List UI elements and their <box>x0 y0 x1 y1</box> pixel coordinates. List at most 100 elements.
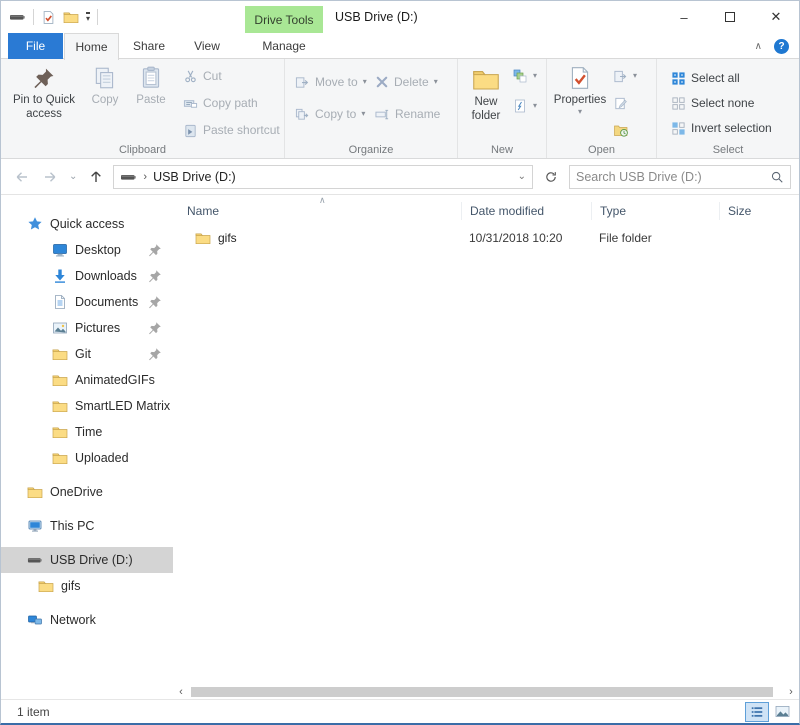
thumbnails-view-button[interactable] <box>771 703 793 721</box>
address-bar[interactable]: › USB Drive (D:) ⌄ <box>113 165 533 189</box>
maximize-button[interactable] <box>707 1 753 33</box>
new-item-button[interactable]: ▾ <box>512 66 537 86</box>
download-arrow-icon <box>52 268 68 284</box>
minimize-button[interactable]: – <box>661 1 707 33</box>
collapse-ribbon-icon[interactable]: ∧ <box>755 41 762 52</box>
tab-file[interactable]: File <box>8 33 63 59</box>
sidebar-item-gifs[interactable]: gifs <box>1 573 173 599</box>
copy-path-button[interactable]: Copy path <box>183 93 280 113</box>
tab-home[interactable]: Home <box>64 33 119 60</box>
properties-icon[interactable] <box>41 10 56 25</box>
breadcrumb[interactable]: USB Drive (D:) <box>153 170 236 184</box>
folder-icon <box>195 230 211 246</box>
scrollbar-thumb[interactable] <box>191 687 773 697</box>
address-dropdown-icon[interactable]: ⌄ <box>518 171 526 182</box>
drive-icon[interactable] <box>9 10 26 24</box>
sidebar-item-pictures[interactable]: Pictures <box>1 315 173 341</box>
paste-shortcut-button[interactable]: Paste shortcut <box>183 120 280 140</box>
sidebar-item-downloads[interactable]: Downloads <box>1 263 173 289</box>
close-button[interactable]: ✕ <box>753 1 799 33</box>
column-header-date-modified[interactable]: Date modified <box>461 202 591 220</box>
edit-icon <box>613 96 628 111</box>
scroll-left-icon[interactable]: ‹ <box>173 685 189 699</box>
file-name: gifs <box>218 231 237 245</box>
invert-selection-button[interactable]: Invert selection <box>671 118 772 138</box>
close-icon: ✕ <box>771 9 782 25</box>
star-icon <box>27 216 43 232</box>
sidebar-item-onedrive[interactable]: OneDrive <box>1 479 173 505</box>
pin-to-quick-access-button[interactable]: Pin to Quick access <box>5 62 83 142</box>
file-date-modified: 10/31/2018 10:20 <box>461 231 591 245</box>
status-bar: 1 item <box>1 699 799 723</box>
title-bar: ▾ Drive Tools USB Drive (D:) – ✕ <box>1 1 799 33</box>
tab-manage[interactable]: Manage <box>245 33 323 59</box>
copy-button[interactable]: Copy <box>83 62 127 142</box>
select-all-button[interactable]: Select all <box>671 68 772 88</box>
sidebar-item-git[interactable]: Git <box>1 341 173 367</box>
sidebar-item-this-pc[interactable]: This PC <box>1 513 173 539</box>
tab-view[interactable]: View <box>179 33 235 59</box>
clipboard-group-label: Clipboard <box>1 144 284 156</box>
organize-group-label: Organize <box>285 144 457 156</box>
select-none-label: Select none <box>691 96 754 110</box>
details-view-button[interactable] <box>746 703 768 721</box>
cut-button[interactable]: Cut <box>183 66 280 86</box>
new-group-label: New <box>458 144 546 156</box>
sidebar-item-network[interactable]: Network <box>1 607 173 633</box>
tab-share[interactable]: Share <box>121 33 177 59</box>
sidebar-item-documents[interactable]: Documents <box>1 289 173 315</box>
drive-tools-header[interactable]: Drive Tools <box>245 6 323 33</box>
easy-access-button[interactable]: ▾ <box>512 96 537 116</box>
pin-icon <box>147 320 163 336</box>
select-none-button[interactable]: Select none <box>671 93 772 113</box>
sidebar-item-quick-access[interactable]: Quick access <box>1 211 173 237</box>
window-title: USB Drive (D:) <box>335 1 418 33</box>
sidebar-item-smartled-matrix[interactable]: SmartLED Matrix <box>1 393 173 419</box>
pin-to-quick-access-label: Pin to Quick access <box>5 94 83 122</box>
rename-button[interactable]: Rename <box>375 104 453 124</box>
folder-icon <box>52 346 68 362</box>
sidebar-item-time[interactable]: Time <box>1 419 173 445</box>
edit-button[interactable] <box>613 93 637 113</box>
column-header-name[interactable]: Name <box>173 202 461 220</box>
refresh-button[interactable] <box>539 170 563 184</box>
select-group-label: Select <box>657 144 799 156</box>
back-button[interactable] <box>11 169 33 185</box>
scroll-right-icon[interactable]: › <box>783 685 799 699</box>
sidebar-item-usb-drive[interactable]: USB Drive (D:) <box>1 547 173 573</box>
file-row-gifs[interactable]: gifs 10/31/2018 10:20 File folder <box>173 225 799 251</box>
dropdown-caret-icon: ▾ <box>363 78 367 86</box>
search-icon[interactable] <box>770 170 784 184</box>
search-input[interactable] <box>576 170 770 184</box>
delete-button[interactable]: Delete ▾ <box>375 72 453 92</box>
new-folder-button[interactable]: New folder <box>462 62 510 142</box>
history-button[interactable] <box>613 120 637 140</box>
column-headers: Name Date modified Type Size <box>173 199 799 223</box>
scrollbar-track[interactable] <box>189 685 783 699</box>
sidebar-item-label: Documents <box>75 295 138 309</box>
column-header-size[interactable]: Size <box>719 202 781 220</box>
properties-label: Properties <box>554 94 606 108</box>
customize-toolbar-icon[interactable]: ▾ <box>86 12 90 23</box>
folder-icon[interactable] <box>63 9 79 25</box>
folder-icon <box>52 450 68 466</box>
toolbar-separator <box>33 9 34 25</box>
horizontal-scrollbar: ‹ › <box>173 685 799 699</box>
search-box <box>569 165 791 189</box>
column-header-type[interactable]: Type <box>591 202 719 220</box>
sidebar-item-uploaded[interactable]: Uploaded <box>1 445 173 471</box>
sidebar-item-desktop[interactable]: Desktop <box>1 237 173 263</box>
forward-button[interactable] <box>39 169 61 185</box>
pin-icon <box>147 268 163 284</box>
copy-to-button[interactable]: Copy to ▾ <box>295 104 375 124</box>
open-button[interactable]: ▾ <box>613 66 637 86</box>
sidebar-item-label: Git <box>75 347 91 361</box>
up-button[interactable] <box>85 169 107 185</box>
help-button[interactable]: ? <box>774 39 789 54</box>
recent-locations-icon[interactable]: ⌄ <box>69 171 77 182</box>
file-list-pane: ∧ Name Date modified Type Size gifs 10/3… <box>173 195 799 699</box>
properties-button[interactable]: Properties ▾ <box>551 62 609 142</box>
paste-button[interactable]: Paste <box>127 62 175 142</box>
sidebar-item-animatedgifs[interactable]: AnimatedGIFs <box>1 367 173 393</box>
move-to-button[interactable]: Move to ▾ <box>295 72 375 92</box>
